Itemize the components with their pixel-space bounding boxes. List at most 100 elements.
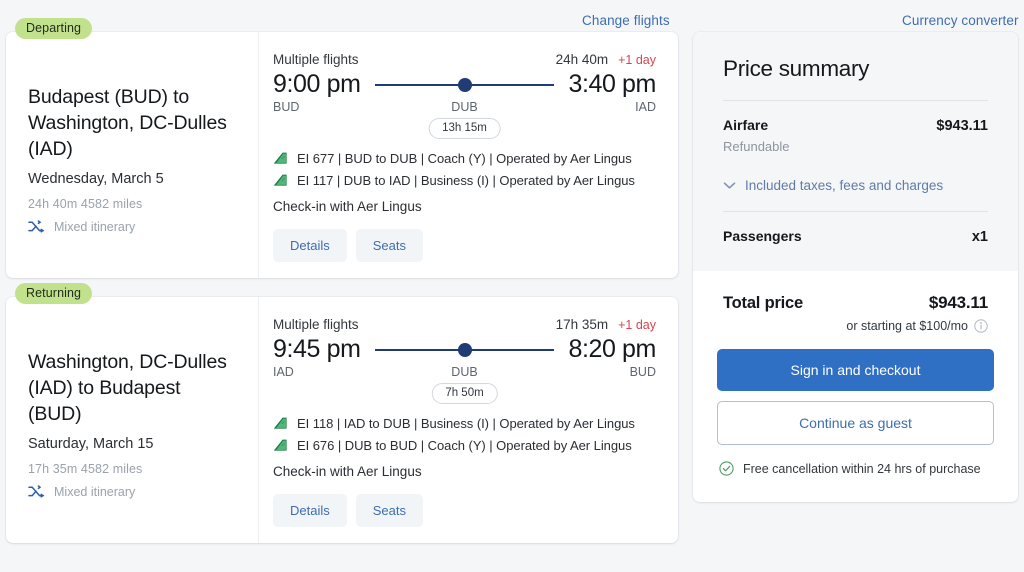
airfare-label: Airfare [723,117,768,133]
layover-row: 13h 15m [273,118,656,144]
airport-codes-row: IAD DUB BUD [273,365,656,379]
flight-segment: EI 117 | DUB to IAD | Business (I) | Ope… [273,173,656,188]
details-button[interactable]: Details [273,229,347,262]
layover-row: 7h 50m [273,383,656,409]
itinerary-list: Departing Budapest (BUD) to Washington, … [6,32,678,562]
times-row: 9:00 pm 3:40 pm [273,70,656,99]
itinerary-card-returning: Returning Washington, DC-Dulles (IAD) to… [6,297,678,543]
price-summary-title: Price summary [723,56,988,82]
total-duration: 24h 40m [556,52,609,67]
layover-duration: 13h 15m [428,118,501,139]
seats-button[interactable]: Seats [356,229,423,262]
price-summary-panel: Price summary Airfare $943.11 Refundable… [693,32,1018,502]
flight-header: Multiple flights 24h 40m +1 day [273,52,656,67]
total-price-value: $943.11 [929,293,988,313]
flight-segment: EI 677 | BUD to DUB | Coach (Y) | Operat… [273,151,656,166]
chevron-down-icon [723,181,736,190]
check-circle-icon [719,461,734,476]
checkin-note: Check-in with Aer Lingus [273,464,656,479]
price-summary-top: Price summary Airfare $943.11 Refundable… [693,32,1018,271]
financing-text: or starting at $100/mo [846,319,968,333]
details-button[interactable]: Details [273,494,347,527]
passengers-label: Passengers [723,228,802,244]
airline-tail-icon [273,152,288,166]
shuffle-icon [28,484,45,499]
flight-timeline [375,72,555,98]
airline-tail-icon [273,174,288,188]
multiple-flights-label: Multiple flights [273,52,359,67]
times-row: 9:45 pm 8:20 pm [273,335,656,364]
route-info-column: Budapest (BUD) to Washington, DC-Dulles … [6,32,259,278]
flight-timeline [375,337,555,363]
itinerary-card-departing: Departing Budapest (BUD) to Washington, … [6,32,678,278]
stop-dot [458,343,472,357]
arrival-time: 3:40 pm [568,70,656,99]
duration-group: 17h 35m +1 day [556,317,656,332]
segment-text: EI 118 | IAD to DUB | Business (I) | Ope… [297,416,635,431]
departure-time: 9:00 pm [273,70,361,99]
mixed-itinerary-label: Mixed itinerary [54,220,135,234]
airline-tail-icon [273,439,288,453]
stop-dot [458,78,472,92]
passengers-row: Passengers x1 [723,228,988,245]
mixed-itinerary-row: Mixed itinerary [28,219,234,234]
mixed-itinerary-row: Mixed itinerary [28,484,234,499]
change-flights-link[interactable]: Change flights [582,13,670,28]
shuffle-icon [28,219,45,234]
route-duration-distance: 17h 35m 4582 miles [28,462,234,476]
route-duration-distance: 24h 40m 4582 miles [28,197,234,211]
status-badge-returning: Returning [15,283,92,304]
free-cancellation-text: Free cancellation within 24 hrs of purch… [743,462,981,476]
refundable-label: Refundable [723,139,988,154]
arrival-time: 8:20 pm [568,335,656,364]
info-icon[interactable] [974,319,988,333]
flight-details-column: Multiple flights 24h 40m +1 day 9:00 pm … [259,32,678,278]
passengers-value: x1 [972,229,988,245]
sign-in-and-checkout-button[interactable]: Sign in and checkout [717,349,994,391]
financing-note: or starting at $100/mo [717,319,994,333]
flight-details-column: Multiple flights 17h 35m +1 day 9:45 pm … [259,297,678,543]
plus-day-label: +1 day [618,53,656,67]
top-links-bar: Change flights Currency converter [0,0,1024,32]
segment-text: EI 117 | DUB to IAD | Business (I) | Ope… [297,173,635,188]
duration-group: 24h 40m +1 day [556,52,656,67]
flight-segment: EI 676 | DUB to BUD | Coach (Y) | Operat… [273,438,656,453]
flight-booking-page: Change flights Currency converter Depart… [0,0,1024,572]
mixed-itinerary-label: Mixed itinerary [54,485,135,499]
flight-segment: EI 118 | IAD to DUB | Business (I) | Ope… [273,416,656,431]
included-taxes-toggle[interactable]: Included taxes, fees and charges [723,178,988,193]
currency-converter-link[interactable]: Currency converter [902,13,1019,28]
airport-codes-row: BUD DUB IAD [273,100,656,114]
stop-airport-code: DUB [273,365,656,379]
continue-as-guest-button[interactable]: Continue as guest [717,401,994,445]
flight-card: Washington, DC-Dulles (IAD) to Budapest … [6,297,678,543]
route-info-column: Washington, DC-Dulles (IAD) to Budapest … [6,297,259,543]
flight-header: Multiple flights 17h 35m +1 day [273,317,656,332]
route-title: Washington, DC-Dulles (IAD) to Budapest … [28,349,234,427]
stop-airport-code: DUB [273,100,656,114]
total-duration: 17h 35m [556,317,609,332]
segment-text: EI 677 | BUD to DUB | Coach (Y) | Operat… [297,151,632,166]
free-cancellation-row: Free cancellation within 24 hrs of purch… [717,461,994,476]
card-actions: Details Seats [273,494,656,527]
segment-text: EI 676 | DUB to BUD | Coach (Y) | Operat… [297,438,632,453]
multiple-flights-label: Multiple flights [273,317,359,332]
total-price-row: Total price $943.11 [717,293,994,313]
plus-day-label: +1 day [618,318,656,332]
airline-tail-icon [273,417,288,431]
checkin-note: Check-in with Aer Lingus [273,199,656,214]
route-date: Wednesday, March 5 [28,171,234,187]
departure-time: 9:45 pm [273,335,361,364]
route-date: Saturday, March 15 [28,436,234,452]
seats-button[interactable]: Seats [356,494,423,527]
route-title: Budapest (BUD) to Washington, DC-Dulles … [28,84,234,162]
divider [723,100,988,101]
layover-duration: 7h 50m [431,383,497,404]
total-price-label: Total price [723,294,803,313]
status-badge-departing: Departing [15,18,92,39]
price-summary-bottom: Total price $943.11 or starting at $100/… [693,271,1018,502]
divider [723,211,988,212]
airfare-row: Airfare $943.11 [723,117,988,134]
card-actions: Details Seats [273,229,656,262]
included-taxes-label: Included taxes, fees and charges [745,178,943,193]
